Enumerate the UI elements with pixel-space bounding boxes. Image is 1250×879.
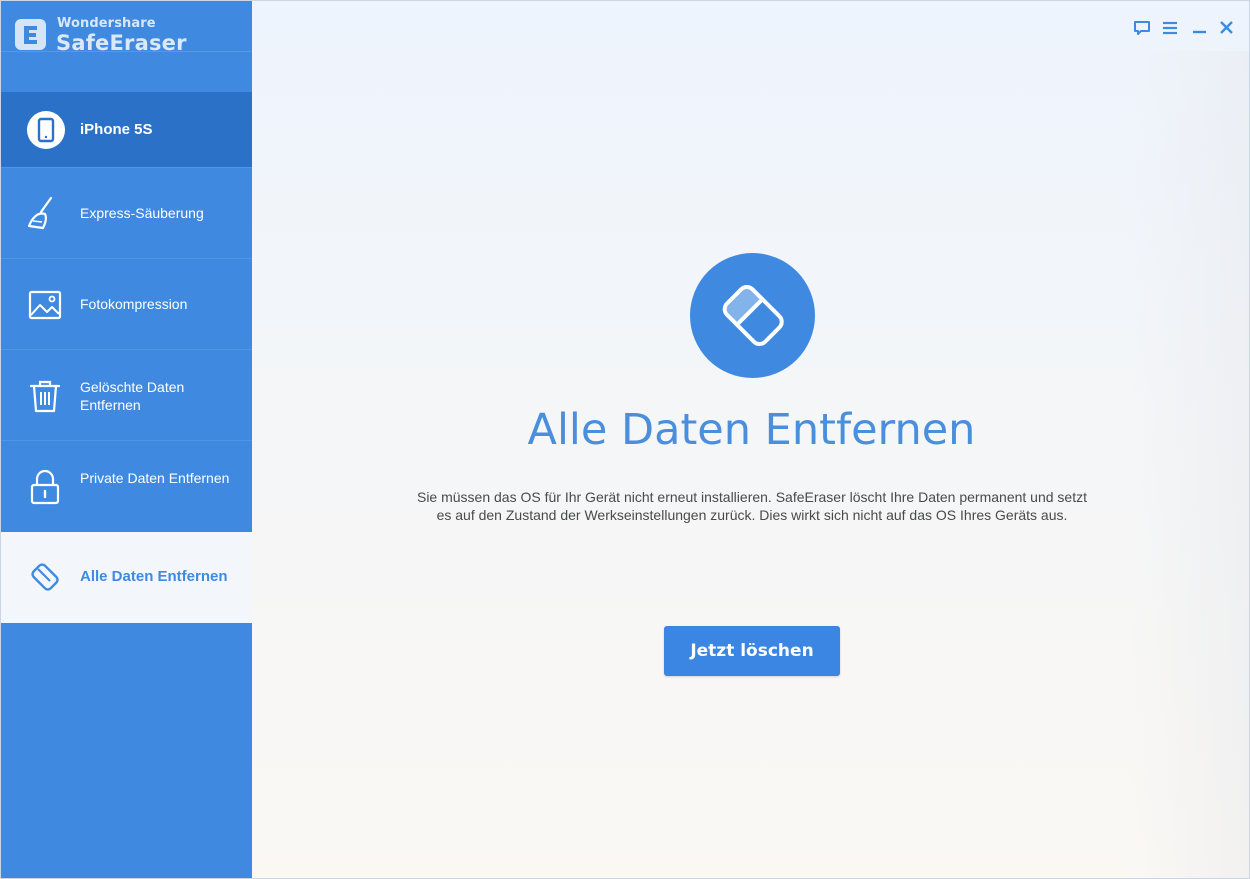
main-panel: Alle Daten Entfernen Sie müssen das OS f… bbox=[252, 1, 1249, 878]
erase-now-button[interactable]: Jetzt löschen bbox=[664, 626, 840, 676]
sidebar: Wondershare SafeEraser iPhone 5S Express… bbox=[1, 1, 252, 878]
sidebar-item-label: Fotokompression bbox=[80, 296, 188, 312]
phone-icon bbox=[37, 117, 55, 143]
lock-icon bbox=[30, 469, 60, 505]
sidebar-item-label: Gelöschte Daten Entfernen bbox=[80, 379, 185, 413]
page-description: Sie müssen das OS für Ihr Gerät nicht er… bbox=[416, 489, 1087, 523]
sidebar-item-erase-all[interactable]: Alle Daten Entfernen bbox=[1, 532, 252, 623]
minimize-icon[interactable] bbox=[1190, 18, 1210, 38]
sidebar-item-deleted-data[interactable]: Gelöschte Daten Entfernen bbox=[1, 349, 252, 440]
broom-icon bbox=[27, 196, 53, 230]
sidebar-item-label: Private Daten Entfernen bbox=[80, 470, 230, 486]
device-avatar bbox=[27, 111, 65, 149]
menu-icon[interactable] bbox=[1160, 18, 1180, 38]
divider bbox=[1, 51, 252, 52]
device-selector[interactable]: iPhone 5S bbox=[1, 92, 252, 167]
safeeraser-logo-icon bbox=[15, 19, 46, 50]
sidebar-item-private-data[interactable]: Private Daten Entfernen bbox=[1, 440, 252, 531]
eraser-icon bbox=[31, 563, 59, 591]
brand-header: Wondershare SafeEraser bbox=[1, 1, 252, 92]
app-window: Wondershare SafeEraser iPhone 5S Express… bbox=[0, 0, 1250, 879]
sidebar-item-express-cleanup[interactable]: Express-Säuberung bbox=[1, 167, 252, 258]
brand-company: Wondershare bbox=[57, 16, 156, 31]
sidebar-item-photo-compression[interactable]: Fotokompression bbox=[1, 258, 252, 349]
eraser-icon bbox=[722, 284, 784, 347]
device-name: iPhone 5S bbox=[80, 121, 153, 138]
sidebar-item-label: Express-Säuberung bbox=[80, 205, 204, 221]
close-icon[interactable] bbox=[1217, 18, 1237, 38]
trash-icon bbox=[29, 380, 61, 413]
sidebar-item-label: Alle Daten Entfernen bbox=[80, 568, 228, 585]
page-title: Alle Daten Entfernen bbox=[527, 405, 976, 455]
hero-badge bbox=[690, 253, 815, 378]
feedback-icon[interactable] bbox=[1132, 18, 1152, 38]
panel-shade bbox=[1131, 51, 1249, 878]
image-icon bbox=[28, 290, 62, 320]
